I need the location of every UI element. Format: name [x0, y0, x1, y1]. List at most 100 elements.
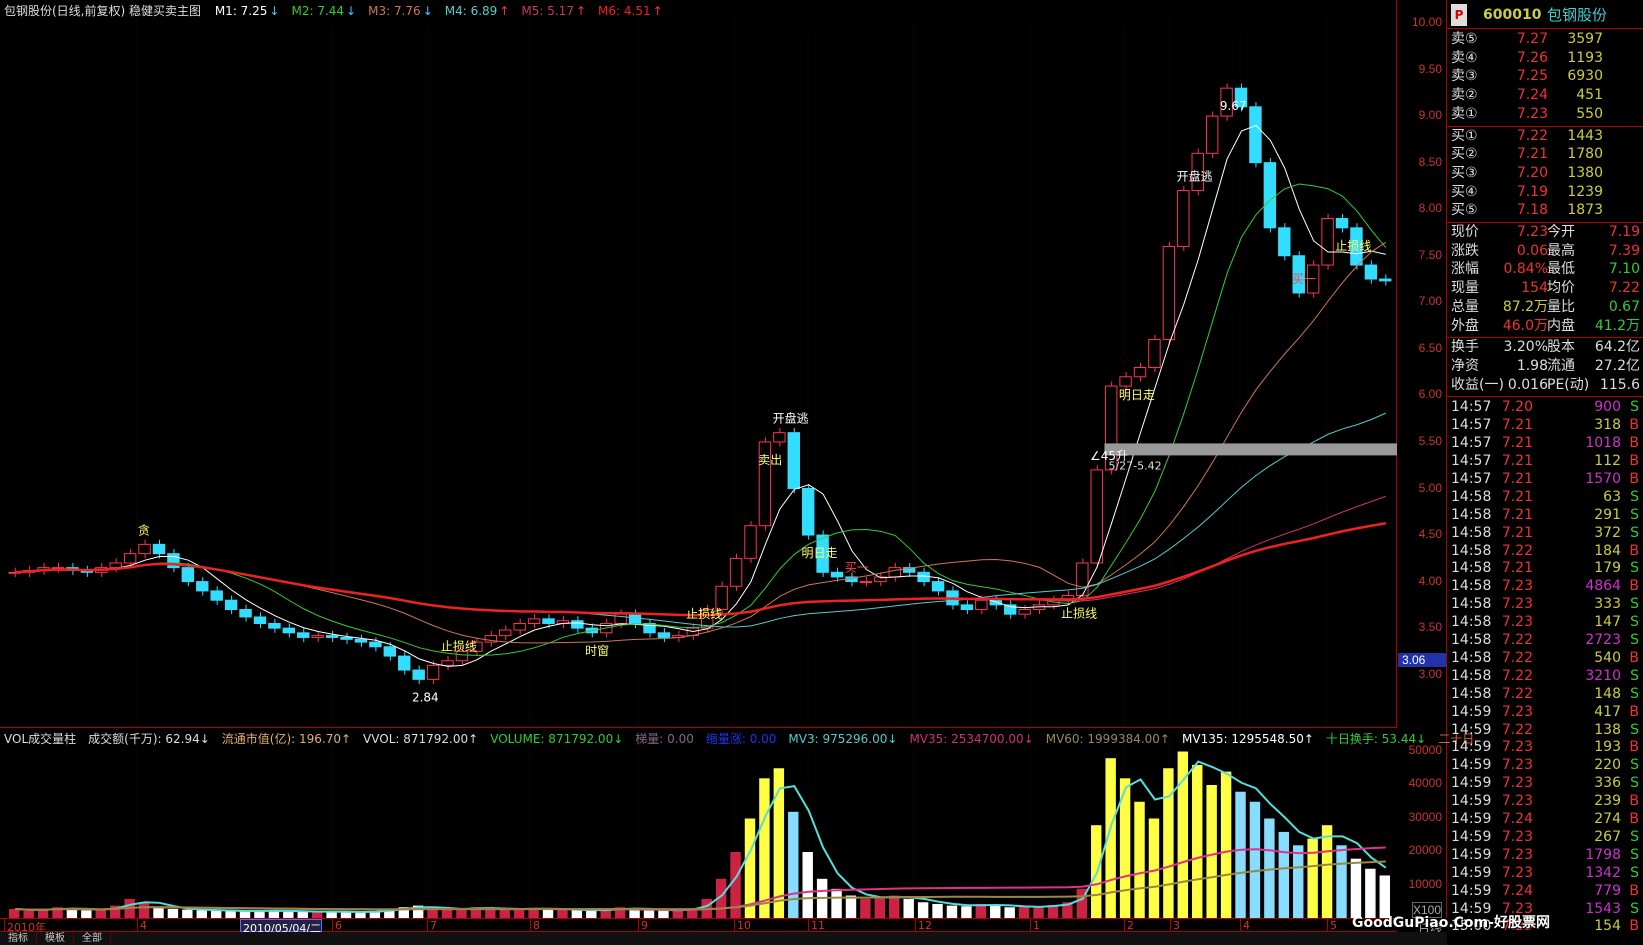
volume-bar [1220, 771, 1232, 919]
volume-indicator-panel[interactable]: VOL成交量柱 成交额(千万): 62.94↓ 流通市值(亿): 196.70↑ VV… [0, 727, 1474, 919]
tick-time: 14:57 [1451, 417, 1492, 434]
volume-bar [990, 904, 1001, 919]
market-badge[interactable]: P [1451, 4, 1467, 26]
stat-value: 7.19 [1608, 224, 1640, 240]
bid-row: 买③ 7.20 1380 [1447, 164, 1643, 182]
tick-volume: 1342 [1585, 864, 1621, 881]
tick-time: 14:59 [1451, 739, 1492, 756]
tick-side: S [1630, 560, 1639, 577]
stat-label: 最高 [1547, 242, 1575, 259]
tick-volume: 184 [1594, 542, 1621, 559]
signal-label: 明日走 [1119, 388, 1155, 402]
candle [1148, 339, 1161, 368]
indicator-title-bar: VOL成交量柱 成交额(千万): 62.94↓ 流通市值(亿): 196.70↑ VV… [4, 730, 1486, 747]
tick-row: 14:59 7.23 1342 S [1447, 864, 1643, 882]
price-tick-label: 9.50 [1418, 61, 1442, 76]
bid-row: 买④ 7.19 1239 [1447, 183, 1643, 201]
ma-value-4: M4: 6.89 [444, 4, 498, 18]
volume-chart[interactable] [0, 728, 1397, 919]
candle [181, 567, 195, 583]
tab-1[interactable]: 模板 [37, 932, 74, 945]
tab-0[interactable]: 指标 [0, 932, 37, 945]
ask-row: 卖① 7.23 550 [1447, 105, 1643, 123]
tick-side: S [1630, 524, 1639, 541]
indicator-value: 十日换手: 53.44↓ [1325, 732, 1427, 746]
tick-volume: 3210 [1585, 667, 1621, 684]
tick-time: 14:58 [1451, 560, 1492, 577]
indicator-value: MV35: 2534700.00↓ [909, 732, 1034, 746]
candle [138, 543, 151, 555]
candle [123, 553, 137, 564]
tick-price: 7.22 [1501, 632, 1533, 648]
candle [1133, 366, 1147, 378]
bid-row: 买② 7.21 1780 [1447, 145, 1643, 163]
tick-volume: 336 [1594, 775, 1621, 792]
volume-bar [1336, 845, 1347, 919]
tick-side: S [1630, 864, 1639, 881]
tick-side: B [1629, 435, 1639, 452]
candle [426, 664, 440, 680]
ma-value-2: M2: 7.44 [291, 4, 345, 18]
tick-side: B [1629, 649, 1639, 666]
fin-value: 115.6 [1599, 376, 1640, 393]
indicator-value: 梯量: 0.00 [635, 732, 694, 746]
volume-tick-label: 40000 [1408, 776, 1442, 790]
divider [1447, 28, 1643, 29]
tick-time: 14:58 [1451, 685, 1492, 702]
stat-value: 154 [1521, 280, 1548, 297]
tick-volume: 779 [1594, 882, 1621, 899]
order-price: 7.26 [1516, 49, 1548, 66]
stat-label: 今开 [1547, 224, 1575, 240]
indicator-value: MV60: 1999384.00↑ [1045, 732, 1170, 746]
ma-value-6: M6: 4.51 [598, 4, 651, 18]
candle [412, 669, 425, 680]
price-tick-label: 5.00 [1418, 480, 1442, 495]
tick-time: 14:59 [1451, 757, 1492, 774]
tick-side: B [1629, 811, 1639, 827]
order-level: 卖② [1451, 87, 1478, 104]
candle [931, 581, 945, 592]
watermark: GoodGuPiao.Com-好股票网 [1352, 915, 1550, 931]
tick-volume: 333 [1594, 596, 1621, 613]
price-tick-label: 9.00 [1418, 108, 1442, 123]
tick-row: 14:59 7.24 779 B [1447, 882, 1643, 900]
candle [513, 622, 526, 631]
price-axis: 10.00 9.50 9.00 8.50 8.00 7.50 7.00 6.50 6.00 5.5… [1397, 0, 1447, 936]
tick-row: 14:58 7.21 372 S [1447, 524, 1643, 542]
tick-row: 14:59 7.23 220 S [1447, 756, 1643, 774]
stat-value: 41.2万 [1594, 317, 1640, 334]
tick-row: 14:59 7.22 138 S [1447, 721, 1643, 739]
stat-label: 均价 [1547, 280, 1575, 297]
candle [1090, 469, 1103, 564]
tick-price: 7.23 [1501, 757, 1533, 774]
order-level: 卖① [1451, 105, 1478, 122]
ma-value-5: M5: 5.17 [521, 4, 574, 18]
fin-value: 27.2亿 [1594, 357, 1640, 374]
trend-arrow-icon: ↑ [575, 4, 587, 18]
chart-title: 包钢股份(日线,前复权) 稳健买卖主图 [4, 4, 201, 18]
price-chart[interactable]: 5/27-5.42 贪 2.84 止损线 时窗 止损线 卖出 开盘逃 明日走 买一 止损线 ∠45升明… [0, 0, 1397, 727]
candle [614, 613, 627, 624]
stat-row: 外盘 46.0万 内盘 41.2万 [1447, 317, 1643, 335]
candle [1278, 227, 1291, 257]
tick-volume: 1570 [1585, 470, 1621, 487]
order-level: 买② [1451, 146, 1478, 163]
tick-row: 14:59 7.23 267 S [1447, 828, 1643, 846]
tick-volume: 138 [1594, 721, 1621, 738]
tick-row: 14:58 7.23 333 S [1447, 595, 1643, 613]
tick-price: 7.21 [1501, 524, 1533, 541]
candle [1263, 162, 1277, 229]
candlestick-chart[interactable]: 5/27-5.42贪2.84止损线 时窗止损线卖出开盘逃明日走买一止损线∠45升明… [0, 0, 1397, 727]
price-tick-label: 8.00 [1418, 201, 1442, 216]
price-tick-label: 4.50 [1418, 527, 1442, 542]
tick-volume: 193 [1594, 739, 1621, 756]
tick-row: 14:58 7.23 147 S [1447, 613, 1643, 631]
tick-volume: 1018 [1585, 435, 1621, 452]
tab-2[interactable]: 全部 [74, 932, 111, 945]
volume-bar [860, 898, 871, 919]
stat-label: 外盘 [1451, 317, 1479, 334]
tick-time: 14:59 [1451, 828, 1492, 845]
tick-time: 14:59 [1451, 811, 1492, 827]
tick-row: 14:59 7.23 417 B [1447, 703, 1643, 721]
candle [1249, 106, 1262, 164]
